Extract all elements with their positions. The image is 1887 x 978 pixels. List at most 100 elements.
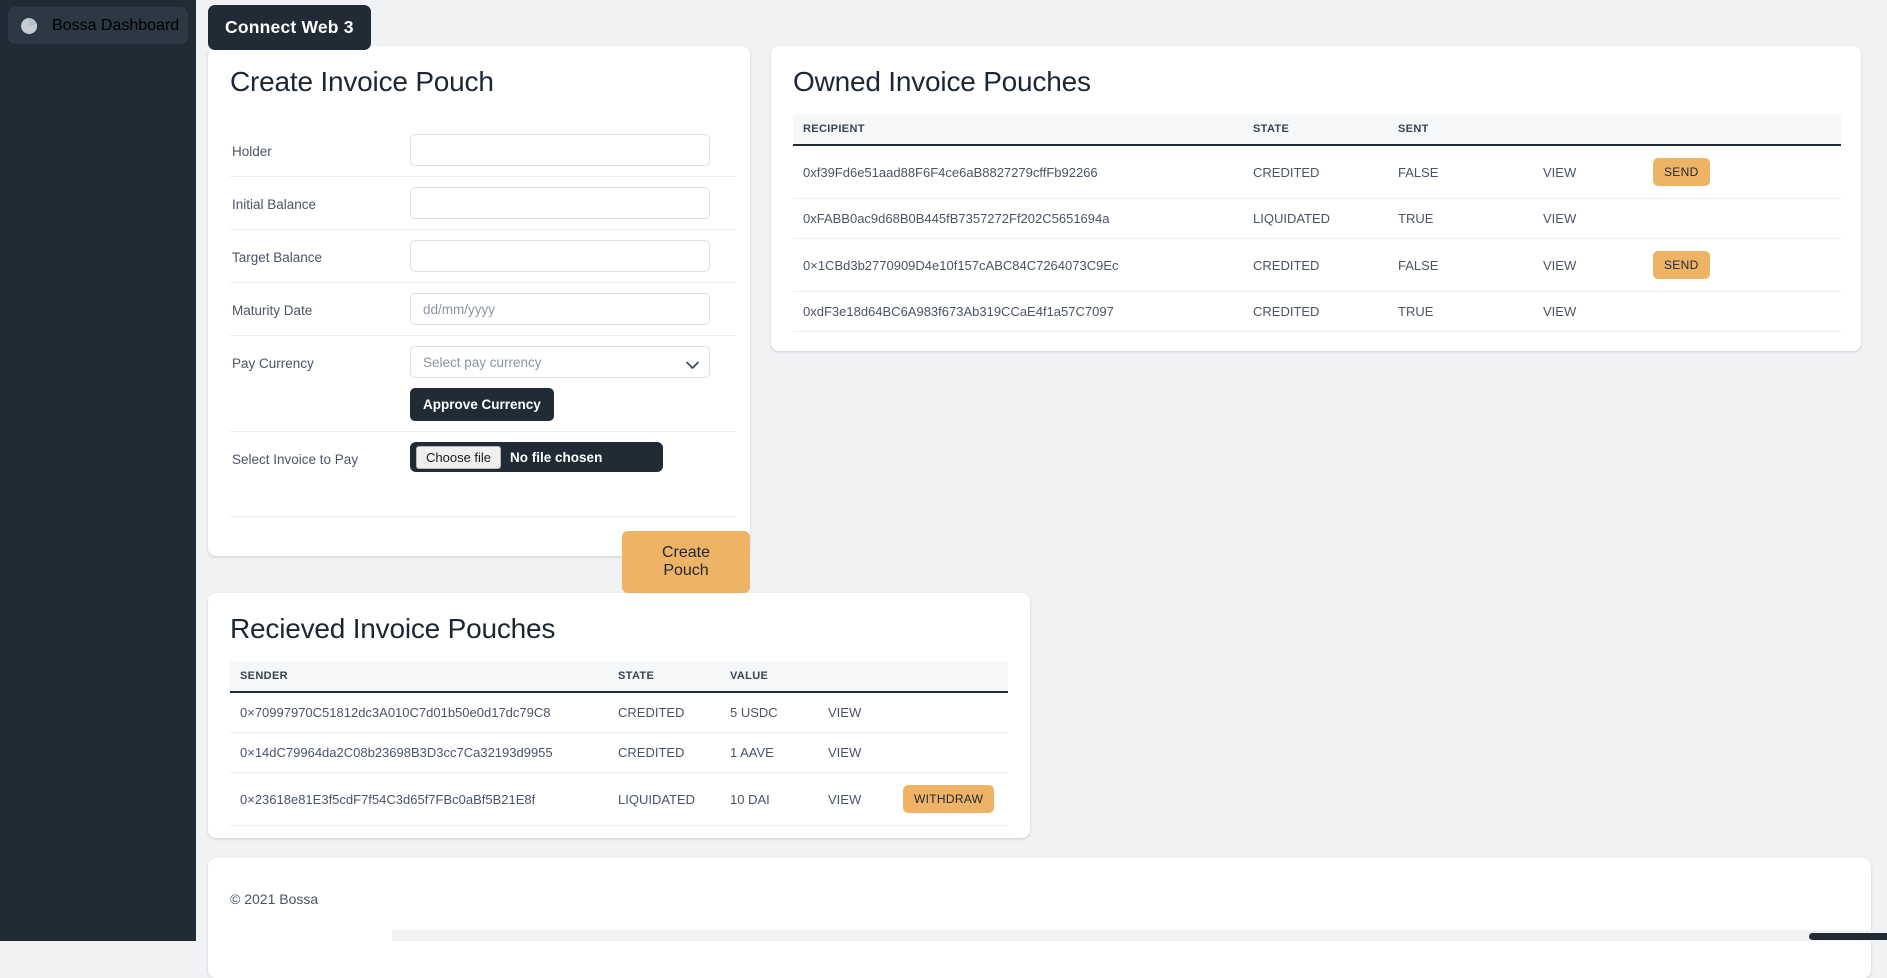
received-action-cell	[893, 732, 1008, 773]
owned-action-cell	[1643, 291, 1841, 332]
form-row-select-invoice: Select Invoice to Pay Choose file No fil…	[230, 432, 736, 484]
maturity-date-label: Maturity Date	[232, 303, 313, 318]
approve-currency-button[interactable]: Approve Currency	[410, 388, 554, 421]
received-col-value: VALUE	[720, 661, 818, 693]
initial-balance-label: Initial Balance	[232, 197, 317, 212]
owned-state: CREDITED	[1243, 238, 1388, 292]
owned-view-link[interactable]: VIEW	[1533, 291, 1643, 332]
pay-currency-select-wrap: Select pay currency	[410, 346, 710, 378]
table-row: 0xf39Fd6e51aad88F6F4ce6aB8827279cffFb922…	[793, 145, 1841, 199]
horizontal-scrollbar-thumb[interactable]	[1809, 933, 1887, 940]
main-content: Connect Web 3 Create Invoice Pouch Holde…	[196, 0, 1887, 978]
owned-pouches-title: Owned Invoice Pouches	[793, 66, 1091, 97]
initial-balance-input[interactable]	[410, 187, 710, 219]
owned-recipient: 0×1CBd3b2770909D4e10f157cABC84C7264073C9…	[793, 238, 1243, 292]
form-row-pay-currency: Pay Currency Select pay currency Approve…	[230, 336, 736, 432]
received-sender: 0×70997970C51812dc3A010C7d01b50e0d17dc79…	[230, 692, 608, 733]
owned-action-cell: SEND	[1643, 145, 1841, 199]
send-button[interactable]: SEND	[1653, 158, 1710, 186]
owned-col-state: STATE	[1243, 114, 1388, 146]
owned-state: CREDITED	[1243, 145, 1388, 199]
brand-button[interactable]: Bossa Dashboard	[8, 7, 188, 44]
owned-sent: FALSE	[1388, 145, 1533, 199]
received-value: 10 DAI	[720, 772, 818, 826]
owned-action-cell: SEND	[1643, 238, 1841, 292]
received-header-row: SENDER STATE VALUE	[230, 661, 1008, 693]
owned-state: CREDITED	[1243, 291, 1388, 332]
table-row: 0xFABB0ac9d68B0B445fB7357272Ff202C565169…	[793, 198, 1841, 239]
received-col-sender: SENDER	[230, 661, 608, 693]
owned-pouches-table: RECIPIENT STATE SENT 0xf39Fd6e51aad88F6F…	[793, 114, 1841, 332]
file-chosen-status: No file chosen	[510, 449, 603, 465]
owned-col-sent: SENT	[1388, 114, 1533, 146]
received-action-cell: WITHDRAW	[893, 772, 1008, 826]
holder-label: Holder	[232, 144, 272, 159]
footer-card: © 2021 Bossa	[208, 858, 1871, 978]
owned-header-row: RECIPIENT STATE SENT	[793, 114, 1841, 146]
copyright-text: © 2021 Bossa	[230, 891, 319, 907]
received-view-link[interactable]: VIEW	[818, 772, 893, 826]
received-pouches-table-wrap: SENDER STATE VALUE 0×70997970C51812dc3A0…	[230, 661, 1008, 826]
target-balance-input[interactable]	[410, 240, 710, 272]
received-pouches-table: SENDER STATE VALUE 0×70997970C51812dc3A0…	[230, 661, 1008, 826]
received-invoice-pouches-card: Recieved Invoice Pouches SENDER STATE VA…	[208, 593, 1030, 838]
form-row-holder: Holder	[230, 124, 736, 177]
owned-invoice-pouches-card: Owned Invoice Pouches RECIPIENT STATE SE…	[771, 46, 1861, 351]
invoice-file-input[interactable]: Choose file No file chosen	[410, 442, 663, 472]
owned-view-link[interactable]: VIEW	[1533, 145, 1643, 199]
received-col-view	[818, 661, 893, 693]
send-button[interactable]: SEND	[1653, 251, 1710, 279]
table-row: 0×1CBd3b2770909D4e10f157cABC84C7264073C9…	[793, 238, 1841, 292]
received-col-state: STATE	[608, 661, 720, 693]
pay-currency-label: Pay Currency	[232, 356, 314, 371]
table-row: 0×70997970C51812dc3A010C7d01b50e0d17dc79…	[230, 692, 1008, 733]
maturity-date-input[interactable]	[410, 293, 710, 325]
received-view-link[interactable]: VIEW	[818, 692, 893, 733]
create-pouch-button[interactable]: Create Pouch	[622, 531, 750, 593]
form-row-target-balance: Target Balance	[230, 230, 736, 283]
owned-recipient: 0xf39Fd6e51aad88F6F4ce6aB8827279cffFb922…	[793, 145, 1243, 199]
form-row-initial-balance: Initial Balance	[230, 177, 736, 230]
received-value: 5 USDC	[720, 692, 818, 733]
pay-currency-select[interactable]: Select pay currency	[410, 346, 710, 378]
table-row: 0×14dC79964da2C08b23698B3D3cc7Ca32193d99…	[230, 732, 1008, 773]
owned-sent: TRUE	[1388, 291, 1533, 332]
create-pouch-form: Holder Initial Balance Target Balance Ma…	[230, 124, 736, 484]
received-col-action	[893, 661, 1008, 693]
owned-sent: TRUE	[1388, 198, 1533, 239]
form-divider	[230, 516, 736, 517]
form-row-maturity-date: Maturity Date	[230, 283, 736, 336]
received-sender: 0×14dC79964da2C08b23698B3D3cc7Ca32193d99…	[230, 732, 608, 773]
owned-view-link[interactable]: VIEW	[1533, 198, 1643, 239]
choose-file-button[interactable]: Choose file	[416, 445, 502, 469]
owned-pouches-table-wrap: RECIPIENT STATE SENT 0xf39Fd6e51aad88F6F…	[793, 114, 1841, 332]
owned-col-recipient: RECIPIENT	[793, 114, 1243, 146]
owned-col-action	[1643, 114, 1841, 146]
received-view-link[interactable]: VIEW	[818, 732, 893, 773]
owned-view-link[interactable]: VIEW	[1533, 238, 1643, 292]
sidebar: Bossa Dashboard	[0, 0, 196, 941]
owned-action-cell	[1643, 198, 1841, 239]
received-table-body: 0×70997970C51812dc3A010C7d01b50e0d17dc79…	[230, 692, 1008, 826]
received-value: 1 AAVE	[720, 732, 818, 773]
received-state: CREDITED	[608, 692, 720, 733]
horizontal-scrollbar[interactable]	[392, 930, 1887, 941]
holder-input[interactable]	[410, 134, 710, 166]
select-invoice-label: Select Invoice to Pay	[232, 452, 359, 467]
table-row: 0xdF3e18d64BC6A983f673Ab319CCaE4f1a57C70…	[793, 291, 1841, 332]
owned-col-view	[1533, 114, 1643, 146]
create-invoice-pouch-card: Create Invoice Pouch Holder Initial Bala…	[208, 46, 750, 593]
received-action-cell	[893, 692, 1008, 733]
withdraw-button[interactable]: WITHDRAW	[903, 785, 995, 813]
brand-label: Bossa Dashboard	[52, 16, 180, 34]
owned-sent: FALSE	[1388, 238, 1533, 292]
received-pouches-title: Recieved Invoice Pouches	[230, 613, 556, 644]
received-state: CREDITED	[608, 732, 720, 773]
owned-table-body: 0xf39Fd6e51aad88F6F4ce6aB8827279cffFb922…	[793, 145, 1841, 332]
received-table-head: SENDER STATE VALUE	[230, 661, 1008, 693]
table-row: 0×23618e81E3f5cdF7f54C3d65f7FBc0aBf5B21E…	[230, 772, 1008, 826]
owned-recipient: 0xFABB0ac9d68B0B445fB7357272Ff202C565169…	[793, 198, 1243, 239]
pie-chart-icon	[20, 17, 38, 35]
received-state: LIQUIDATED	[608, 772, 720, 826]
connect-web3-button[interactable]: Connect Web 3	[208, 5, 371, 50]
